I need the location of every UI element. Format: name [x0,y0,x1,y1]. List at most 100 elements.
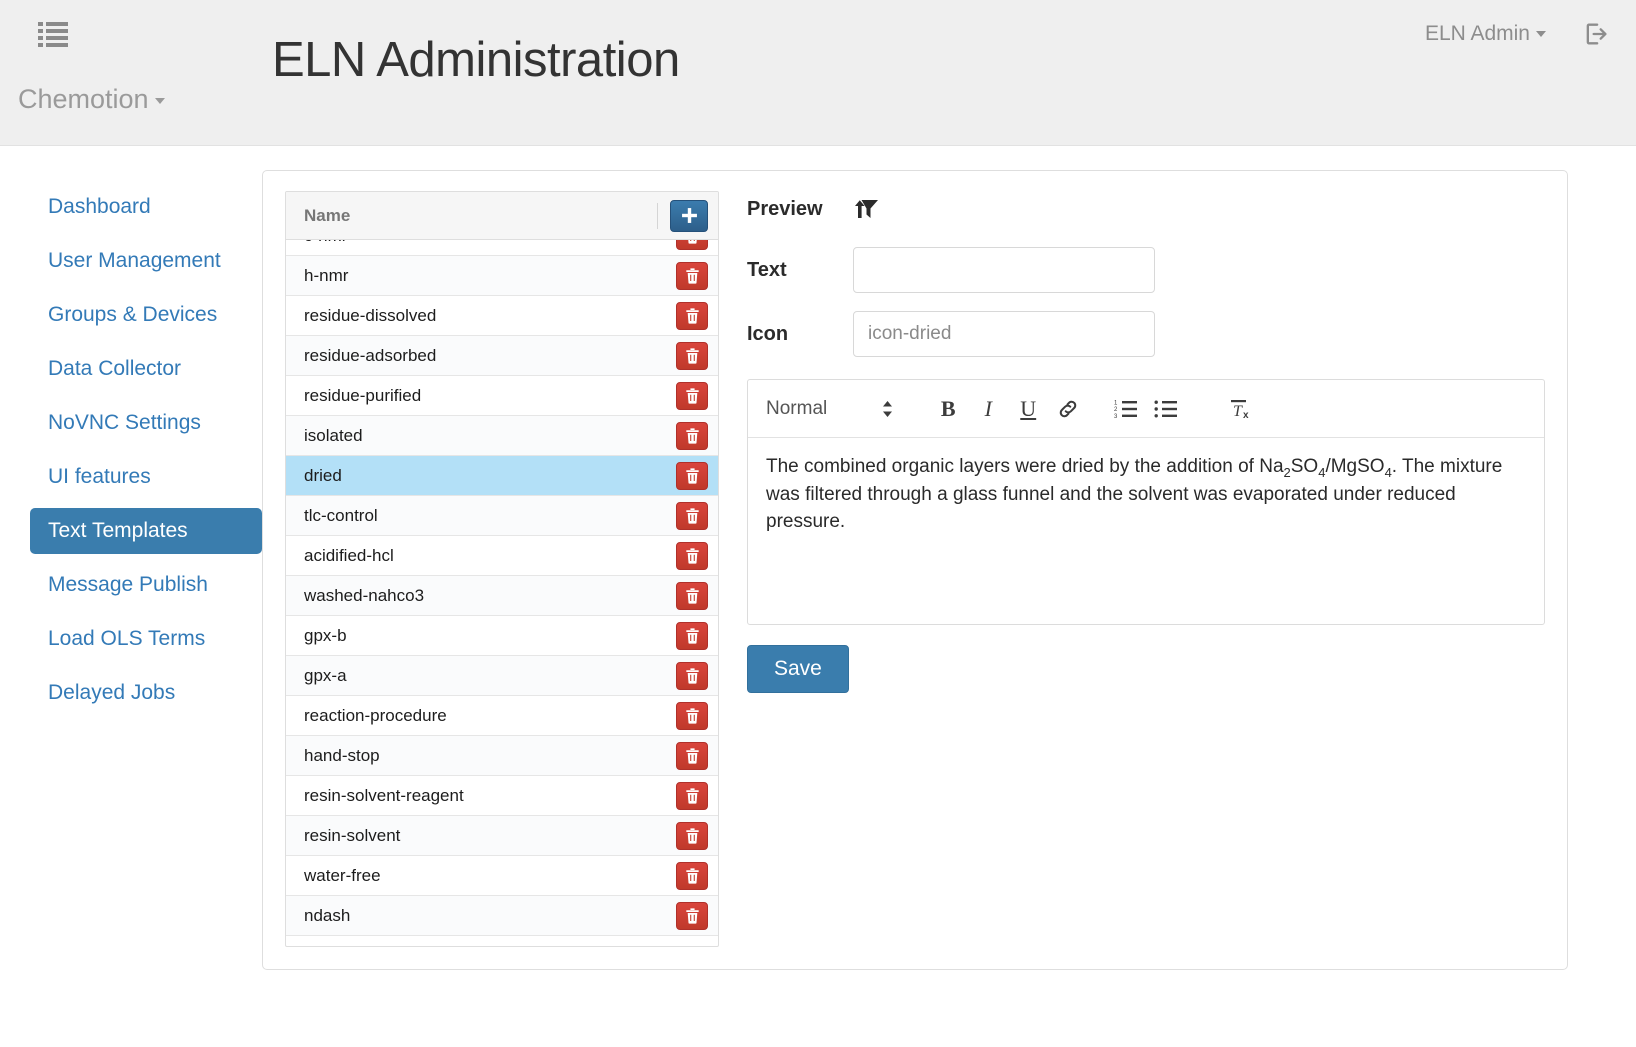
delete-template-button[interactable] [676,741,708,770]
table-row[interactable]: resin-solvent-reagent [286,776,718,816]
sidebar-item-label: NoVNC Settings [48,411,201,434]
trash-icon [685,507,699,524]
text-templates-panel: Name c-nmr h-nmr residue-dissolved residue-… [262,170,1568,970]
delete-template-button[interactable] [676,621,708,650]
delete-template-button[interactable] [676,301,708,330]
table-row[interactable]: gpx-b [286,616,718,656]
sidebar-item-text-templates[interactable]: Text Templates [30,508,262,554]
underline-icon[interactable]: U [1008,389,1048,429]
template-name: ndash [304,905,351,925]
table-row[interactable]: isolated [286,416,718,456]
delete-template-button[interactable] [676,821,708,850]
delete-template-button[interactable] [676,861,708,890]
delete-template-button[interactable] [676,901,708,930]
delete-template-button[interactable] [676,461,708,490]
italic-glyph: I [984,395,992,421]
delete-template-button[interactable] [676,421,708,450]
funnel-arrow-icon[interactable] [853,197,879,221]
user-menu[interactable]: ELN Admin [1425,22,1546,46]
sidebar-item-label: Text Templates [48,519,188,542]
table-row[interactable]: water-free [286,856,718,896]
template-name: washed-nahco3 [304,585,425,605]
ordered-list-icon[interactable]: 1 2 3 [1106,389,1146,429]
link-icon[interactable] [1048,389,1088,429]
trash-icon [687,240,697,244]
clear-formatting-icon[interactable]: T x [1220,389,1260,429]
sidebar-item-groups-devices[interactable]: Groups & Devices [30,292,262,338]
bold-icon[interactable]: B [928,389,968,429]
table-row[interactable]: acidified-hcl [286,536,718,576]
delete-template-button[interactable] [676,541,708,570]
brand-label: Chemotion [18,84,149,114]
table-row[interactable]: hand-stop [286,736,718,776]
italic-icon[interactable]: I [968,389,1008,429]
sidebar-item-load-ols-terms[interactable]: Load OLS Terms [30,616,262,662]
trash-icon [685,427,699,444]
text-style-select[interactable]: Normal [766,398,894,420]
template-list-scroll[interactable]: c-nmr h-nmr residue-dissolved residue-adsor… [286,240,718,946]
sidebar: Dashboard User Management Groups & Devic… [0,170,262,970]
underline-glyph: U [1020,395,1037,421]
template-name: reaction-procedure [304,705,447,725]
icon-input[interactable] [853,311,1155,357]
template-name: resin-solvent [304,825,401,845]
trash-icon [685,347,699,364]
table-row[interactable]: c-nmr [286,240,718,256]
table-row[interactable]: resin-solvent [286,816,718,856]
text-label: Text [747,258,787,281]
delete-template-button[interactable] [676,240,708,250]
editor-content[interactable]: The combined organic layers were dried b… [748,438,1544,624]
trash-icon [685,907,699,924]
template-list: Name c-nmr h-nmr residue-dissolved residue-… [285,191,719,947]
sidebar-item-data-collector[interactable]: Data Collector [30,346,262,392]
text-row: Text [747,247,1545,293]
sidebar-item-message-publish[interactable]: Message Publish [30,562,262,608]
sidebar-item-delayed-jobs[interactable]: Delayed Jobs [30,670,262,716]
icon-label: Icon [747,322,789,345]
text-input[interactable] [853,247,1155,293]
delete-template-button[interactable] [676,381,708,410]
chevron-updown-icon [881,400,894,418]
sidebar-item-user-management[interactable]: User Management [30,238,262,284]
delete-template-button[interactable] [676,501,708,530]
rich-text-editor: Normal B I U 1 2 3 T x The combined orga… [747,379,1545,625]
delete-template-button[interactable] [676,261,708,290]
delete-template-button[interactable] [676,341,708,370]
sidebar-item-label: Data Collector [48,357,182,380]
table-row[interactable]: gpx-a [286,656,718,696]
sidebar-item-label: UI features [48,465,151,488]
list-icon[interactable] [38,22,68,47]
svg-text:T: T [1233,403,1243,420]
chevron-down-icon [154,97,165,104]
table-row[interactable]: residue-adsorbed [286,336,718,376]
table-row[interactable]: washed-nahco3 [286,576,718,616]
sidebar-item-novnc-settings[interactable]: NoVNC Settings [30,400,262,446]
template-name: acidified-hcl [304,545,394,565]
delete-template-button[interactable] [676,701,708,730]
table-row[interactable]: dried [286,456,718,496]
trash-icon [685,707,699,724]
table-row[interactable]: h-nmr [286,256,718,296]
delete-template-button[interactable] [676,661,708,690]
template-name: hand-stop [304,745,380,765]
table-row[interactable]: ndash [286,896,718,936]
trash-icon [685,627,699,644]
sidebar-item-ui-features[interactable]: UI features [30,454,262,500]
table-row[interactable]: tlc-control [286,496,718,536]
table-row[interactable]: reaction-procedure [286,696,718,736]
unordered-list-icon[interactable] [1146,389,1186,429]
template-name: gpx-b [304,625,347,645]
save-button[interactable]: Save [747,645,849,693]
add-template-button[interactable] [670,199,708,232]
sidebar-item-dashboard[interactable]: Dashboard [30,184,262,230]
brand-dropdown[interactable]: Chemotion [18,84,165,115]
trash-icon [685,307,699,324]
template-name: gpx-a [304,665,347,685]
table-row[interactable]: residue-purified [286,376,718,416]
logout-icon[interactable] [1582,20,1610,48]
template-rows: c-nmr h-nmr residue-dissolved residue-adsor… [286,240,718,936]
plus-icon [681,208,697,223]
delete-template-button[interactable] [676,581,708,610]
delete-template-button[interactable] [676,781,708,810]
table-row[interactable]: residue-dissolved [286,296,718,336]
